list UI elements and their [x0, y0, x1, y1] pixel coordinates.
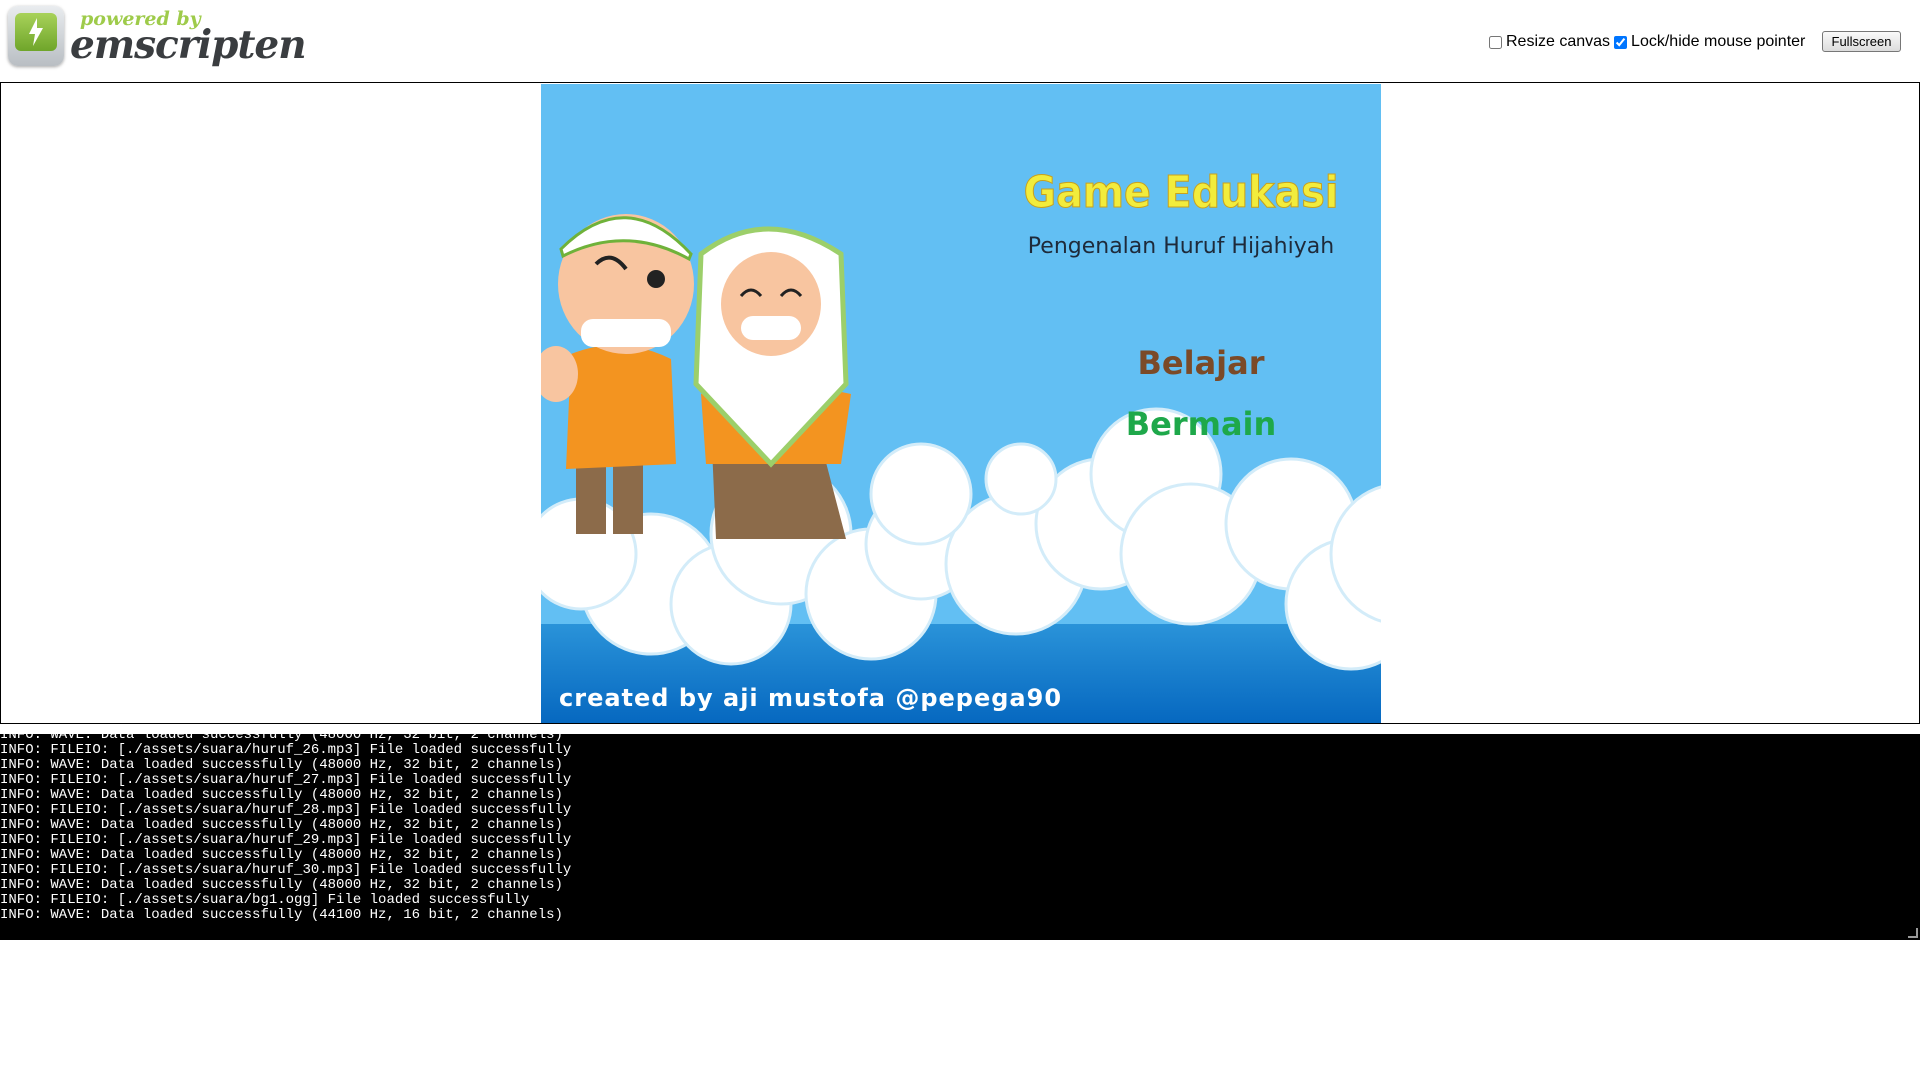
- resize-canvas-checkbox[interactable]: [1489, 35, 1502, 49]
- console-line: INFO: WAVE: Data loaded successfully (48…: [0, 787, 563, 803]
- console-line: INFO: WAVE: Data loaded successfully (48…: [0, 757, 563, 773]
- console-line: INFO: WAVE: Data loaded successfully (48…: [0, 847, 563, 863]
- game-canvas[interactable]: Game Edukasi Pengenalan Huruf Hijahiyah …: [541, 84, 1381, 723]
- resize-canvas-label: Resize canvas: [1506, 33, 1611, 50]
- output-console[interactable]: INFO: WAVE: Data loaded successfully (48…: [0, 734, 1920, 940]
- emscripten-bolt-icon: [8, 6, 64, 66]
- console-line: INFO: WAVE: Data loaded successfully (48…: [0, 877, 563, 893]
- resize-handle[interactable]: [1908, 928, 1918, 938]
- header: powered by emscripten Resize canvas Lock…: [0, 0, 1920, 82]
- console-line: INFO: FILEIO: [./assets/suara/huruf_27.m…: [0, 772, 572, 788]
- menu-play-button[interactable]: Bermain: [1101, 405, 1301, 443]
- game-subtitle: Pengenalan Huruf Hijahiyah: [1027, 234, 1335, 259]
- console-line: INFO: FILEIO: [./assets/suara/huruf_26.m…: [0, 742, 572, 758]
- lock-pointer-checkbox[interactable]: [1614, 35, 1628, 49]
- girl-character: [693, 226, 851, 539]
- emscripten-logo[interactable]: powered by emscripten: [8, 6, 307, 70]
- logo-name: emscripten: [70, 22, 307, 68]
- console-line: INFO: FILEIO: [./assets/suara/huruf_29.m…: [0, 832, 572, 848]
- console-line: INFO: WAVE: Data loaded successfully (44…: [0, 907, 563, 923]
- console-line: INFO: FILEIO: [./assets/suara/huruf_30.m…: [0, 862, 572, 878]
- lock-pointer-label: Lock/hide mouse pointer: [1631, 33, 1806, 50]
- console-line: INFO: WAVE: Data loaded successfully (48…: [0, 817, 563, 833]
- console-line: INFO: FILEIO: [./assets/suara/bg1.ogg] F…: [0, 892, 530, 908]
- canvas-container: Game Edukasi Pengenalan Huruf Hijahiyah …: [0, 82, 1920, 724]
- game-credit: created by aji mustofa @pepega90: [559, 684, 1063, 712]
- console-log: INFO: WAVE: Data loaded successfully (48…: [0, 734, 571, 923]
- canvas-controls: Resize canvas Lock/hide mouse pointer: [1489, 30, 1809, 54]
- console-line: INFO: FILEIO: [./assets/suara/huruf_28.m…: [0, 802, 572, 818]
- menu-learn-button[interactable]: Belajar: [1101, 344, 1301, 382]
- fullscreen-button[interactable]: Fullscreen: [1822, 31, 1901, 52]
- game-title: Game Edukasi: [1023, 167, 1339, 219]
